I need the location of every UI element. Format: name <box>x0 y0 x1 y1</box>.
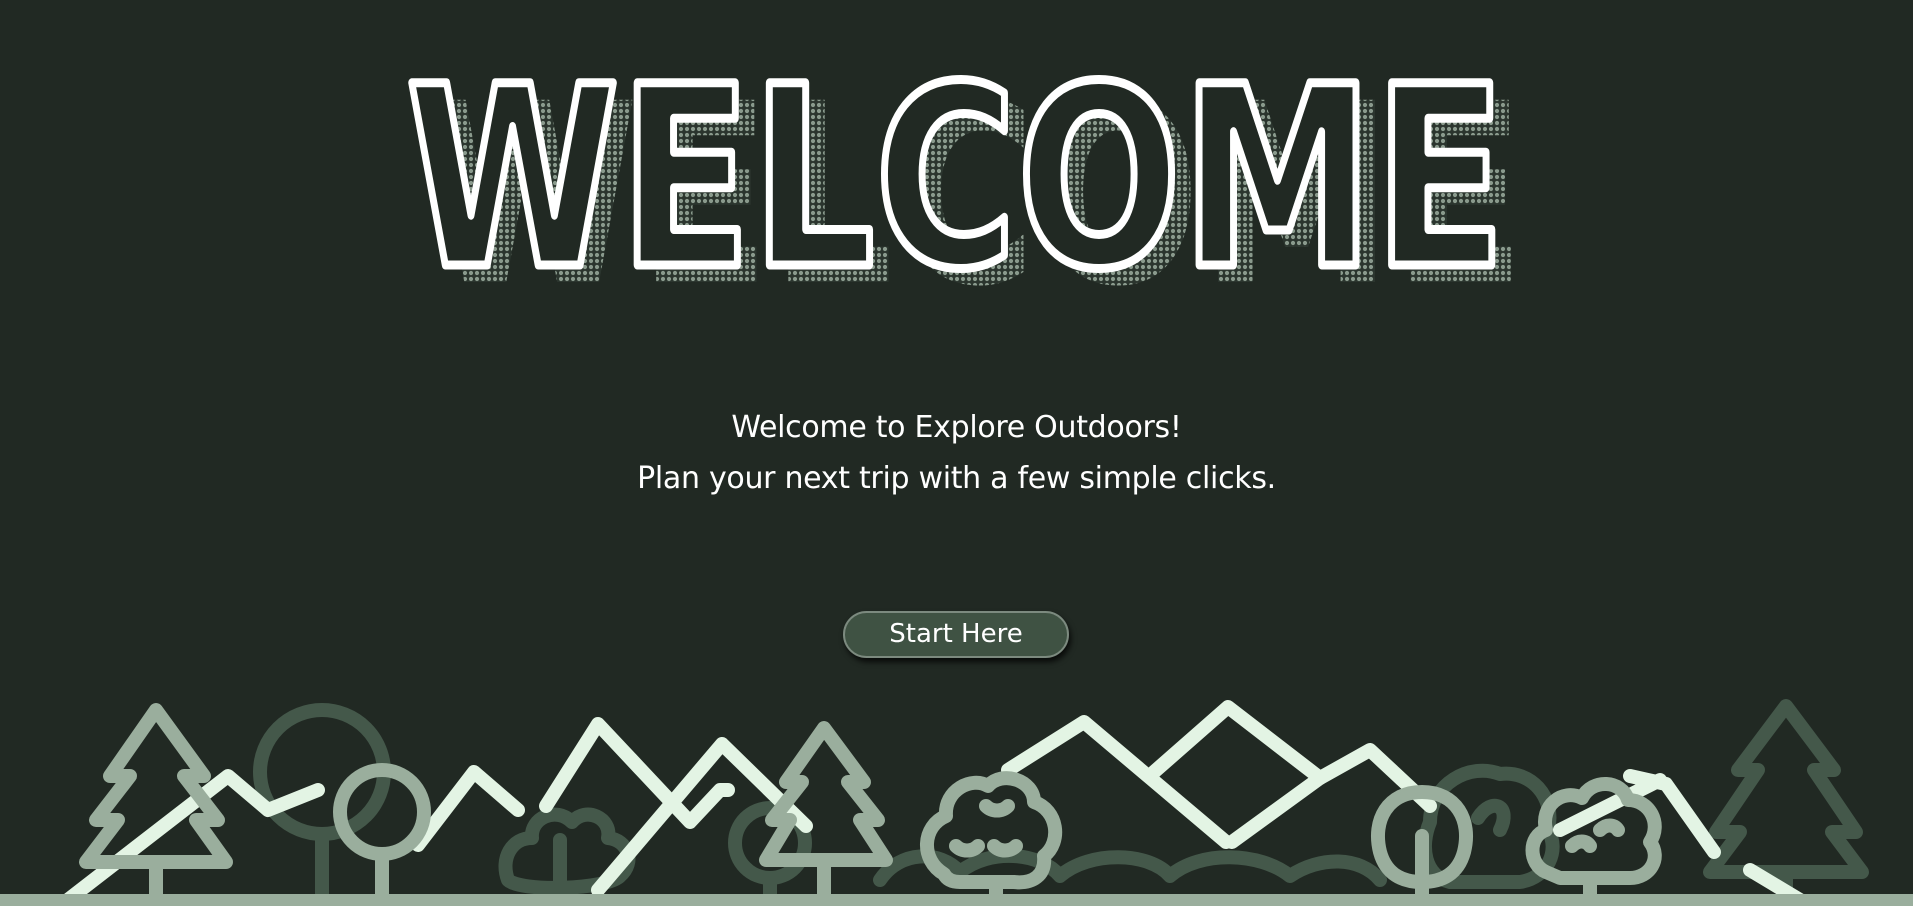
intro-text: Welcome to Explore Outdoors! Plan your n… <box>0 402 1913 504</box>
pine-tree-icon <box>759 721 893 867</box>
welcome-title: WELCOME WELCOME <box>402 40 1526 310</box>
welcome-page: WELCOME WELCOME Welcome to Explore Outdo… <box>0 0 1913 906</box>
intro-line-2: Plan your next trip with a few simple cl… <box>637 461 1276 496</box>
title-outline: WELCOME <box>406 40 1506 310</box>
start-here-button[interactable]: Start Here <box>843 611 1069 658</box>
mountain-icon <box>411 765 525 852</box>
intro-line-1: Welcome to Explore Outdoors! <box>731 410 1182 445</box>
pine-tree-icon <box>1703 699 1869 879</box>
landscape-illustration <box>0 699 1913 906</box>
mountain-icon <box>1147 700 1327 849</box>
